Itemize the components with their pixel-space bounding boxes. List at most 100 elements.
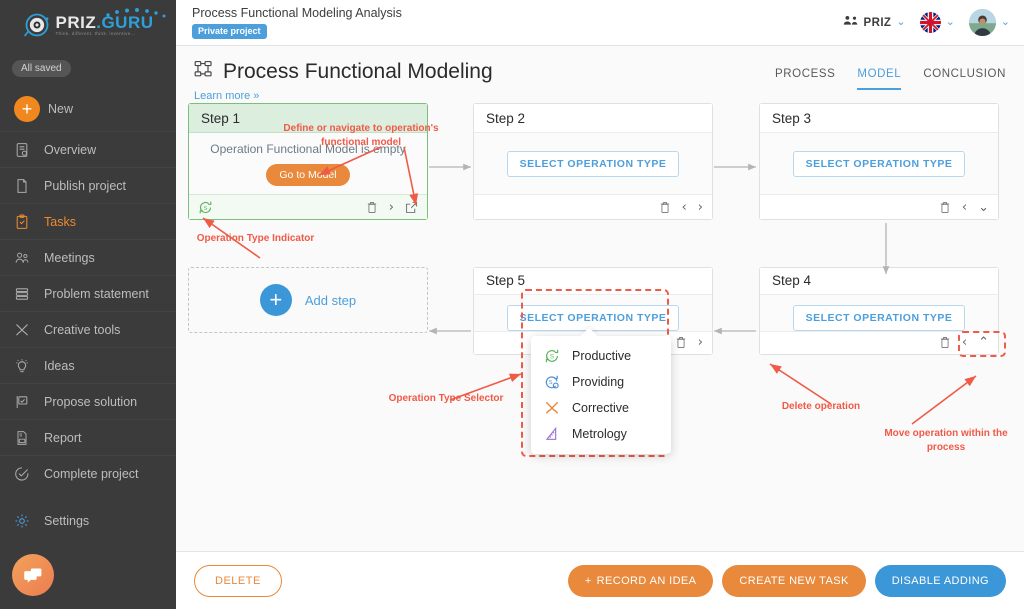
step-card-1: Step 1 Operation Functional Model is emp… xyxy=(188,103,428,220)
sidebar-item-new[interactable]: + New xyxy=(0,87,176,131)
page-header: Process Functional Modeling Learn more »… xyxy=(176,46,1024,102)
page-header-left: Process Functional Modeling Learn more » xyxy=(194,60,775,102)
workspace-name: PRIZ xyxy=(864,17,892,29)
step-title: Step 4 xyxy=(760,268,998,295)
sidebar-item-label: Settings xyxy=(44,514,89,528)
chevron-right-icon[interactable]: › xyxy=(389,201,394,214)
sidebar-item-report[interactable]: Report xyxy=(0,419,176,455)
chevron-down-icon[interactable]: ⌄ xyxy=(978,201,989,214)
workspace-switcher[interactable]: PRIZ ⌄ xyxy=(843,14,906,32)
stack-icon xyxy=(14,286,36,302)
sidebar-item-propose-solution[interactable]: Propose solution xyxy=(0,383,176,419)
brand-logo[interactable]: PRIZ.GURU Think. different. think. inven… xyxy=(0,0,176,46)
tab-conclusion[interactable]: CONCLUSION xyxy=(923,68,1006,90)
sidebar-item-problem-statement[interactable]: Problem statement xyxy=(0,275,176,311)
sidebar-item-overview[interactable]: Overview xyxy=(0,131,176,167)
document-icon xyxy=(14,178,36,194)
clipboard-check-icon xyxy=(14,214,36,230)
sidebar-item-tasks[interactable]: Tasks xyxy=(0,203,176,239)
gear-icon xyxy=(14,513,36,529)
learn-more-link[interactable]: Learn more » xyxy=(194,90,775,102)
sidebar-item-complete-project[interactable]: Complete project xyxy=(0,455,176,491)
tab-process[interactable]: PROCESS xyxy=(775,68,835,90)
productive-icon: S xyxy=(544,348,561,364)
project-visibility-badge: Private project xyxy=(192,24,267,39)
step-footer-actions: ‹ › xyxy=(659,201,703,214)
select-operation-type-button[interactable]: SELECT OPERATION TYPE xyxy=(793,151,966,177)
plus-icon: + xyxy=(260,284,292,316)
chevron-left-icon[interactable]: ‹ xyxy=(962,201,967,214)
sidebar-item-label: Publish project xyxy=(44,179,126,193)
add-step-button[interactable]: + Add step xyxy=(188,267,428,333)
menu-item-corrective[interactable]: Corrective xyxy=(531,395,671,421)
annotation-operation-type-selector: Operation Type Selector xyxy=(366,392,526,406)
logo-dots-icon xyxy=(104,7,170,19)
annotation-define-navigate: Define or navigate to operation's functi… xyxy=(281,122,441,149)
svg-text:S: S xyxy=(204,205,208,211)
trash-icon[interactable] xyxy=(659,201,671,214)
create-new-task-button[interactable]: CREATE NEW TASK xyxy=(722,565,865,597)
step-card-2: Step 2 SELECT OPERATION TYPE ‹ › xyxy=(473,103,713,220)
user-menu[interactable]: ⌄ xyxy=(969,9,1010,36)
operation-type-indicator[interactable]: S xyxy=(198,200,366,215)
open-external-icon[interactable] xyxy=(405,201,418,214)
sidebar-item-label: Meetings xyxy=(44,251,95,265)
chevron-right-icon[interactable]: › xyxy=(698,201,703,214)
step-card-3: Step 3 SELECT OPERATION TYPE ‹ ⌄ xyxy=(759,103,999,220)
record-an-idea-button[interactable]: + RECORD AN IDEA xyxy=(568,565,714,597)
sidebar-item-ideas[interactable]: Ideas xyxy=(0,347,176,383)
project-title: Process Functional Modeling Analysis xyxy=(192,6,843,20)
trash-icon[interactable] xyxy=(675,336,687,349)
bottom-primary-actions: + RECORD AN IDEA CREATE NEW TASK DISABLE… xyxy=(568,565,1006,597)
plus-icon: + xyxy=(585,575,592,587)
go-to-model-button[interactable]: Go to Model xyxy=(266,164,349,186)
trash-icon[interactable] xyxy=(939,336,951,349)
step-body: SELECT OPERATION TYPE xyxy=(474,133,712,194)
delete-button[interactable]: DELETE xyxy=(194,565,282,597)
chevron-right-icon[interactable]: › xyxy=(698,336,703,349)
check-circle-icon xyxy=(14,466,36,482)
chevron-down-icon: ⌄ xyxy=(1001,17,1010,28)
step-footer-actions: › xyxy=(675,336,703,349)
sidebar-item-label: Propose solution xyxy=(44,395,137,409)
page-tabs: PROCESS MODEL CONCLUSION xyxy=(775,60,1006,90)
chevron-down-icon: ⌄ xyxy=(946,17,955,28)
svg-text:S: S xyxy=(549,380,553,386)
chat-bubble-icon[interactable] xyxy=(12,554,54,596)
sidebar-item-meetings[interactable]: Meetings xyxy=(0,239,176,275)
menu-item-label: Metrology xyxy=(572,427,627,441)
trash-icon[interactable] xyxy=(939,201,951,214)
plus-circle-icon: + xyxy=(14,96,40,122)
disable-adding-button[interactable]: DISABLE ADDING xyxy=(875,565,1006,597)
step-body: SELECT OPERATION TYPE xyxy=(760,133,998,194)
brand-word-dark: PRIZ xyxy=(55,13,96,32)
chevron-left-icon[interactable]: ‹ xyxy=(682,201,687,214)
menu-item-productive[interactable]: S Productive xyxy=(531,343,671,369)
highlight-move-operation xyxy=(958,331,1006,357)
sidebar: PRIZ.GURU Think. different. think. inven… xyxy=(0,0,176,609)
sidebar-item-publish-project[interactable]: Publish project xyxy=(0,167,176,203)
language-switcher[interactable]: ⌄ xyxy=(920,12,955,33)
select-operation-type-button[interactable]: SELECT OPERATION TYPE xyxy=(507,151,680,177)
app-root: PRIZ.GURU Think. different. think. inven… xyxy=(0,0,1024,609)
annotation-move-operation: Move operation within the process xyxy=(866,427,1024,454)
sidebar-divider-gap xyxy=(0,491,176,503)
sidebar-item-settings[interactable]: Settings xyxy=(0,503,176,539)
select-operation-type-button[interactable]: SELECT OPERATION TYPE xyxy=(793,305,966,331)
sidebar-item-creative-tools[interactable]: Creative tools xyxy=(0,311,176,347)
brand-tagline: Think. different. think. inventive... xyxy=(55,32,153,37)
bottom-action-bar: DELETE + RECORD AN IDEA CREATE NEW TASK … xyxy=(176,551,1024,609)
trash-icon[interactable] xyxy=(366,201,378,214)
tab-model[interactable]: MODEL xyxy=(857,68,901,90)
add-step-label: Add step xyxy=(305,293,356,308)
all-saved-badge: All saved xyxy=(12,60,71,77)
menu-item-metrology[interactable]: Metrology xyxy=(531,421,671,447)
step-footer: ‹ › xyxy=(474,194,712,219)
providing-icon: S xyxy=(544,374,561,390)
sidebar-item-label: Creative tools xyxy=(44,323,120,337)
menu-item-providing[interactable]: S Providing xyxy=(531,369,671,395)
process-diagram-icon xyxy=(194,60,213,84)
record-an-idea-label: RECORD AN IDEA xyxy=(597,575,697,587)
project-info: Process Functional Modeling Analysis Pri… xyxy=(192,6,843,40)
lightbulb-icon xyxy=(14,358,36,374)
